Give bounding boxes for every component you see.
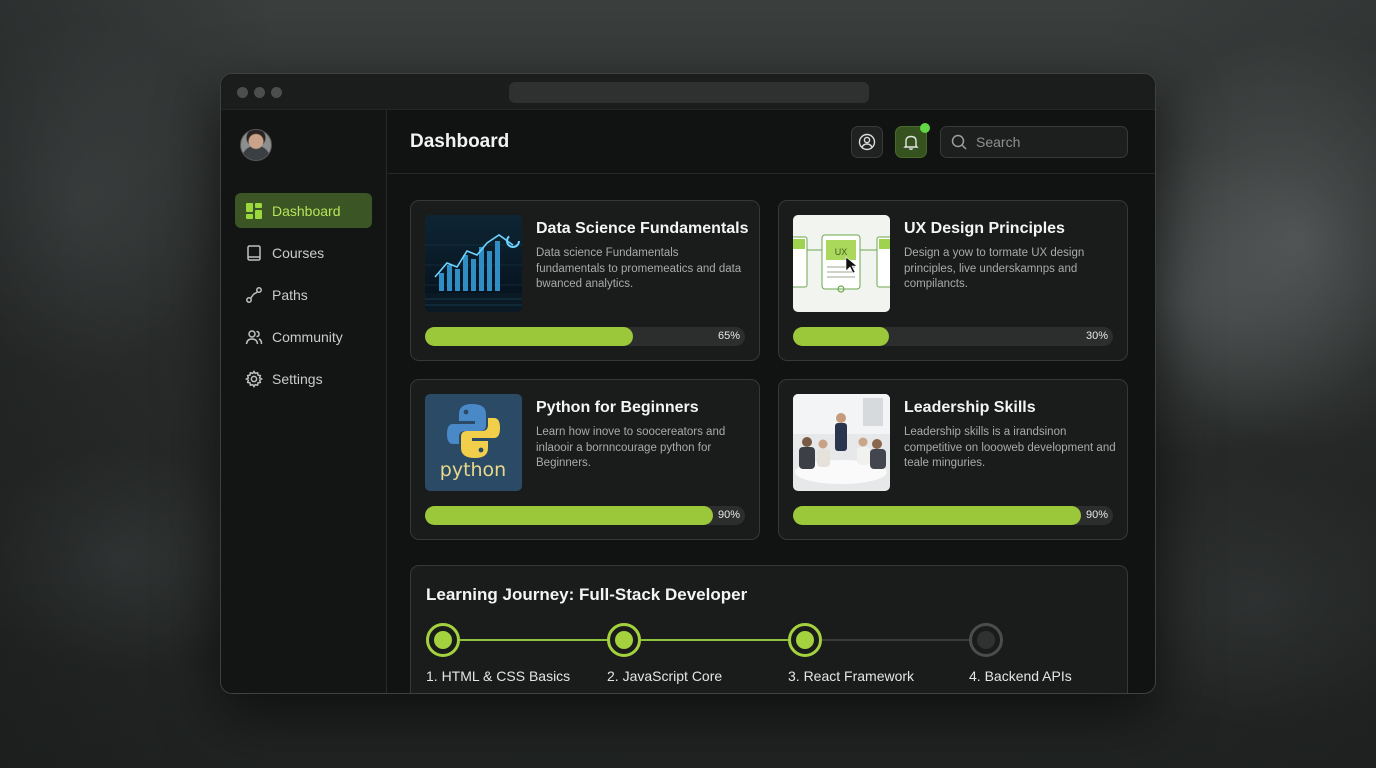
sidebar: Dashboard Courses Paths Community Settin… <box>221 110 387 693</box>
sidebar-item-dashboard[interactable]: Dashboard <box>235 193 372 228</box>
window-maximize-dot[interactable] <box>271 87 282 98</box>
journey-track-segment <box>460 639 608 641</box>
journey-track-segment <box>641 639 789 641</box>
meeting-photo-thumbnail <box>793 394 890 491</box>
progress-label: 90% <box>717 509 740 521</box>
sidebar-item-courses[interactable]: Courses <box>235 235 372 270</box>
sidebar-item-label: Paths <box>272 286 308 303</box>
course-description: Learn how inove to soocereators and inla… <box>536 426 726 469</box>
sidebar-item-community[interactable]: Community <box>235 319 372 354</box>
window-close-dot[interactable] <box>237 87 248 98</box>
sidebar-item-paths[interactable]: Paths <box>235 277 372 312</box>
journey-step-label: 1. HTML & CSS Basics <box>426 668 571 684</box>
dashboard-icon <box>245 202 263 220</box>
learning-journey-panel: Learning Journey: Full-Stack Developer 1… <box>410 565 1128 693</box>
journey-step-node[interactable] <box>969 623 1003 657</box>
course-title: Python for Beginners <box>536 399 699 416</box>
course-title: UX Design Principles <box>904 220 1065 237</box>
progress-label: 30% <box>1085 330 1108 342</box>
notification-dot <box>920 123 930 133</box>
app-window: Dashboard Courses Paths Community Settin… <box>220 73 1156 694</box>
address-bar[interactable] <box>509 82 869 103</box>
course-card-data-science[interactable]: Data Science Fundamentals Data science F… <box>410 200 760 361</box>
course-card-leadership[interactable]: Leadership Skills Leadership skills is a… <box>778 379 1128 540</box>
progress-bar: 30% <box>793 327 1113 346</box>
progress-label: 65% <box>717 330 740 342</box>
ux-thumb-label: UX <box>835 247 848 257</box>
gear-icon <box>245 369 263 388</box>
avatar[interactable] <box>240 129 272 161</box>
progress-fill <box>793 506 1081 525</box>
top-header: Dashboard <box>388 110 1155 174</box>
main-content: Dashboard Search Data Science Fundamenta… <box>388 110 1155 693</box>
course-description: Data science Fundamentals fundamentals t… <box>536 247 742 290</box>
course-title: Leadership Skills <box>904 399 1036 416</box>
python-thumb-label: python <box>440 459 506 481</box>
bell-icon <box>903 135 919 150</box>
data-chart-thumbnail <box>425 215 522 312</box>
sidebar-item-label: Community <box>272 328 343 345</box>
route-icon <box>245 286 263 304</box>
journey-step-label: 4. Backend APIs <box>969 668 1072 684</box>
sidebar-item-settings[interactable]: Settings <box>235 361 372 396</box>
course-card-python[interactable]: python Python for Beginners Learn how in… <box>410 379 760 540</box>
journey-track-segment <box>822 639 970 641</box>
book-icon <box>245 244 263 262</box>
sidebar-item-label: Dashboard <box>272 202 341 219</box>
page-title: Dashboard <box>410 131 510 152</box>
sidebar-item-label: Settings <box>272 370 323 387</box>
profile-button[interactable] <box>851 126 883 158</box>
user-circle-icon <box>858 133 876 151</box>
journey-step-label: 3. React Framework <box>788 668 915 684</box>
search-icon <box>951 134 967 150</box>
window-minimize-dot[interactable] <box>254 87 265 98</box>
course-card-ux-design[interactable]: UX UX Design Principles Design a yow to … <box>778 200 1128 361</box>
journey-step-node[interactable] <box>607 623 641 657</box>
sidebar-item-label: Courses <box>272 244 325 261</box>
progress-bar: 90% <box>793 506 1113 525</box>
course-title: Data Science Fundamentals <box>536 220 749 237</box>
course-description: Design a yow to tormate UX design princi… <box>904 247 1085 290</box>
progress-fill <box>425 506 713 525</box>
progress-bar: 65% <box>425 327 745 346</box>
users-icon <box>245 328 263 346</box>
course-description: Leadership skills is a irandsinon compet… <box>904 426 1116 469</box>
notifications-button[interactable] <box>895 123 930 158</box>
progress-bar: 90% <box>425 506 745 525</box>
python-logo-thumbnail: python <box>425 394 522 491</box>
progress-fill <box>793 327 889 346</box>
ux-wireframe-thumbnail: UX <box>793 215 890 312</box>
window-titlebar <box>221 74 1155 110</box>
journey-step-node[interactable] <box>788 623 822 657</box>
search-input[interactable] <box>976 134 1116 150</box>
progress-label: 90% <box>1085 509 1108 521</box>
search-box[interactable] <box>940 126 1128 158</box>
journey-step-node[interactable] <box>426 623 460 657</box>
journey-step-label: 2. JavaScript Core <box>607 668 723 684</box>
progress-fill <box>425 327 633 346</box>
sidebar-nav: Dashboard Courses Paths Community Settin… <box>235 193 372 403</box>
journey-title: Learning Journey: Full-Stack Developer <box>426 585 748 604</box>
